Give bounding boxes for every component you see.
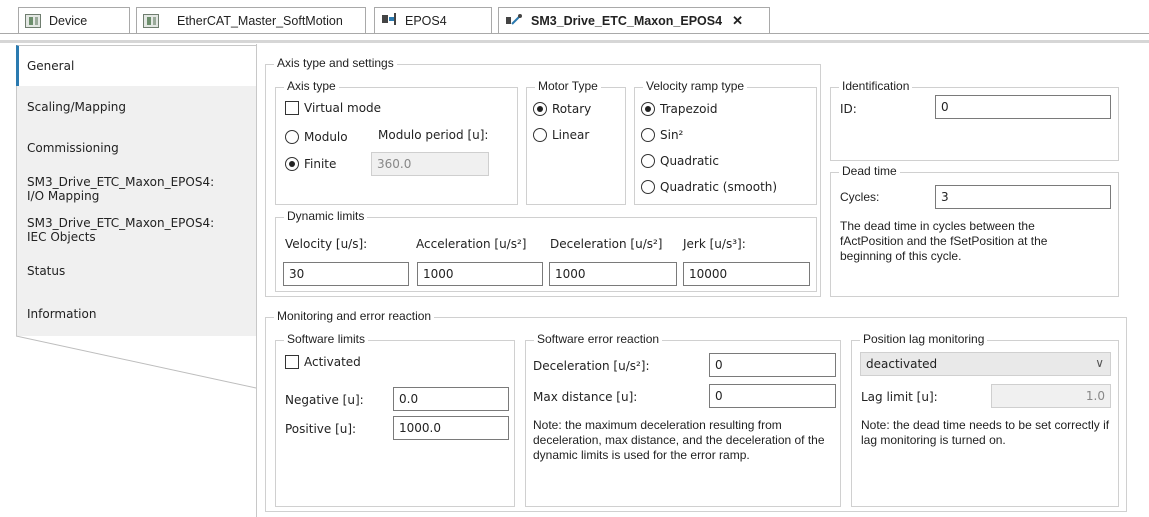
nav-label: SM3_Drive_ETC_Maxon_EPOS4: IEC Objects — [27, 215, 215, 244]
nav-label: Commissioning — [27, 140, 119, 155]
group-title: Motor Type — [535, 79, 601, 93]
finite-label: Finite — [304, 157, 337, 171]
nav-label: SM3_Drive_ETC_Maxon_EPOS4: I/O Mapping — [27, 174, 215, 203]
nav-label: General — [27, 59, 75, 73]
tab-sm3-drive[interactable]: SM3_Drive_ETC_Maxon_EPOS4 ✕ — [498, 7, 770, 34]
velocity-label: Velocity [u/s]: — [285, 237, 368, 251]
jerk-input[interactable]: 10000 — [683, 262, 810, 286]
group-title: Software limits — [284, 332, 369, 346]
group-title: Software error reaction — [534, 332, 663, 346]
chevron-down-icon: ∨ — [1095, 356, 1104, 370]
finite-radio[interactable] — [285, 157, 299, 171]
drive-icon — [381, 12, 397, 29]
negative-label: Negative [u]: — [285, 393, 364, 407]
cycles-input[interactable]: 3 — [935, 185, 1111, 209]
nav-label: Status — [27, 263, 66, 278]
quadratic-smooth-radio[interactable] — [641, 180, 655, 194]
document-tab-strip: Device EtherCAT_Master_SoftMotion EPOS4 … — [0, 0, 1149, 44]
tab-ethercat-master[interactable]: EtherCAT_Master_SoftMotion — [136, 7, 366, 33]
lag-mode-select[interactable]: deactivated ∨ — [860, 352, 1111, 376]
nav-item-status[interactable]: Status — [16, 250, 257, 292]
acceleration-label: Acceleration [u/s²] — [416, 237, 527, 251]
lag-monitoring-note: Note: the dead time needs to be set corr… — [861, 418, 1110, 447]
negative-input[interactable]: 0.0 — [393, 387, 509, 411]
tab-epos4[interactable]: EPOS4 — [374, 7, 492, 33]
content-left-border — [256, 44, 257, 517]
trapezoid-label: Trapezoid — [660, 102, 718, 116]
modulo-label: Modulo — [304, 130, 348, 144]
modulo-period-input[interactable]: 360.0 — [371, 152, 489, 176]
positive-label: Positive [u]: — [285, 422, 357, 436]
error-decel-input[interactable]: 0 — [709, 353, 836, 377]
group-title: Velocity ramp type — [643, 79, 748, 93]
group-title: Identification — [839, 79, 913, 93]
group-title: Monitoring and error reaction — [274, 309, 435, 323]
device-icon — [25, 13, 41, 28]
virtual-mode-label: Virtual mode — [304, 101, 382, 115]
activated-label: Activated — [304, 355, 361, 369]
tab-label: Device — [49, 13, 88, 28]
nav-item-general[interactable]: General — [16, 45, 257, 87]
positive-input[interactable]: 1000.0 — [393, 416, 509, 440]
tab-label: EtherCAT_Master_SoftMotion — [177, 13, 343, 28]
velocity-input[interactable]: 30 — [283, 262, 409, 286]
group-title: Axis type and settings — [274, 56, 397, 70]
nav-bottom-bevel — [16, 330, 257, 389]
acceleration-input[interactable]: 1000 — [417, 262, 543, 286]
nav-item-commissioning[interactable]: Commissioning — [16, 127, 257, 169]
tab-device[interactable]: Device — [18, 7, 130, 33]
tab-strip-border — [0, 33, 1149, 34]
max-distance-label: Max distance [u]: — [533, 390, 638, 404]
linear-radio[interactable] — [533, 128, 547, 142]
error-decel-label: Deceleration [u/s²]: — [533, 359, 650, 373]
group-title: Position lag monitoring — [860, 332, 988, 346]
tab-label: SM3_Drive_ETC_Maxon_EPOS4 — [531, 14, 723, 28]
lag-limit-label: Lag limit [u]: — [861, 390, 938, 404]
modulo-radio[interactable] — [285, 130, 299, 144]
group-title: Dynamic limits — [284, 209, 368, 223]
rotary-radio[interactable] — [533, 102, 547, 116]
close-tab-icon[interactable]: ✕ — [732, 13, 743, 29]
lag-limit-input[interactable]: 1.0 — [991, 384, 1111, 408]
deceleration-input[interactable]: 1000 — [549, 262, 677, 286]
error-reaction-note: Note: the maximum deceleration resulting… — [533, 418, 825, 462]
jerk-label: Jerk [u/s³]: — [683, 237, 746, 251]
nav-item-iec-objects[interactable]: SM3_Drive_ETC_Maxon_EPOS4: IEC Objects — [16, 209, 257, 251]
nav-item-scaling-mapping[interactable]: Scaling/Mapping — [16, 86, 257, 128]
nav-item-io-mapping[interactable]: SM3_Drive_ETC_Maxon_EPOS4: I/O Mapping — [16, 168, 257, 210]
id-input[interactable]: 0 — [935, 95, 1111, 119]
sin2-label: Sin² — [660, 128, 684, 142]
cycles-label: Cycles: — [840, 190, 880, 204]
virtual-mode-checkbox[interactable] — [285, 101, 299, 115]
tab-label: EPOS4 — [405, 13, 447, 28]
modulo-period-label: Modulo period [u]: — [378, 128, 489, 142]
quadratic-smooth-label: Quadratic (smooth) — [660, 180, 778, 194]
rotary-label: Rotary — [552, 102, 592, 116]
trapezoid-radio[interactable] — [641, 102, 655, 116]
quadratic-label: Quadratic — [660, 154, 719, 168]
deceleration-label: Deceleration [u/s²] — [550, 237, 663, 251]
max-distance-input[interactable]: 0 — [709, 384, 836, 408]
sin2-radio[interactable] — [641, 128, 655, 142]
quadratic-radio[interactable] — [641, 154, 655, 168]
dead-time-note: The dead time in cycles between the fAct… — [840, 219, 1048, 263]
nav-label: Information — [27, 306, 97, 321]
lag-mode-value: deactivated — [866, 357, 938, 371]
activated-checkbox[interactable] — [285, 355, 299, 369]
id-label: ID: — [840, 102, 857, 116]
linear-label: Linear — [552, 128, 590, 142]
axis-icon — [505, 13, 523, 30]
group-title: Dead time — [839, 164, 900, 178]
group-title: Axis type — [284, 79, 339, 93]
tab-strip-divider — [0, 40, 1149, 43]
device-icon — [143, 13, 159, 28]
nav-label: Scaling/Mapping — [27, 99, 126, 114]
